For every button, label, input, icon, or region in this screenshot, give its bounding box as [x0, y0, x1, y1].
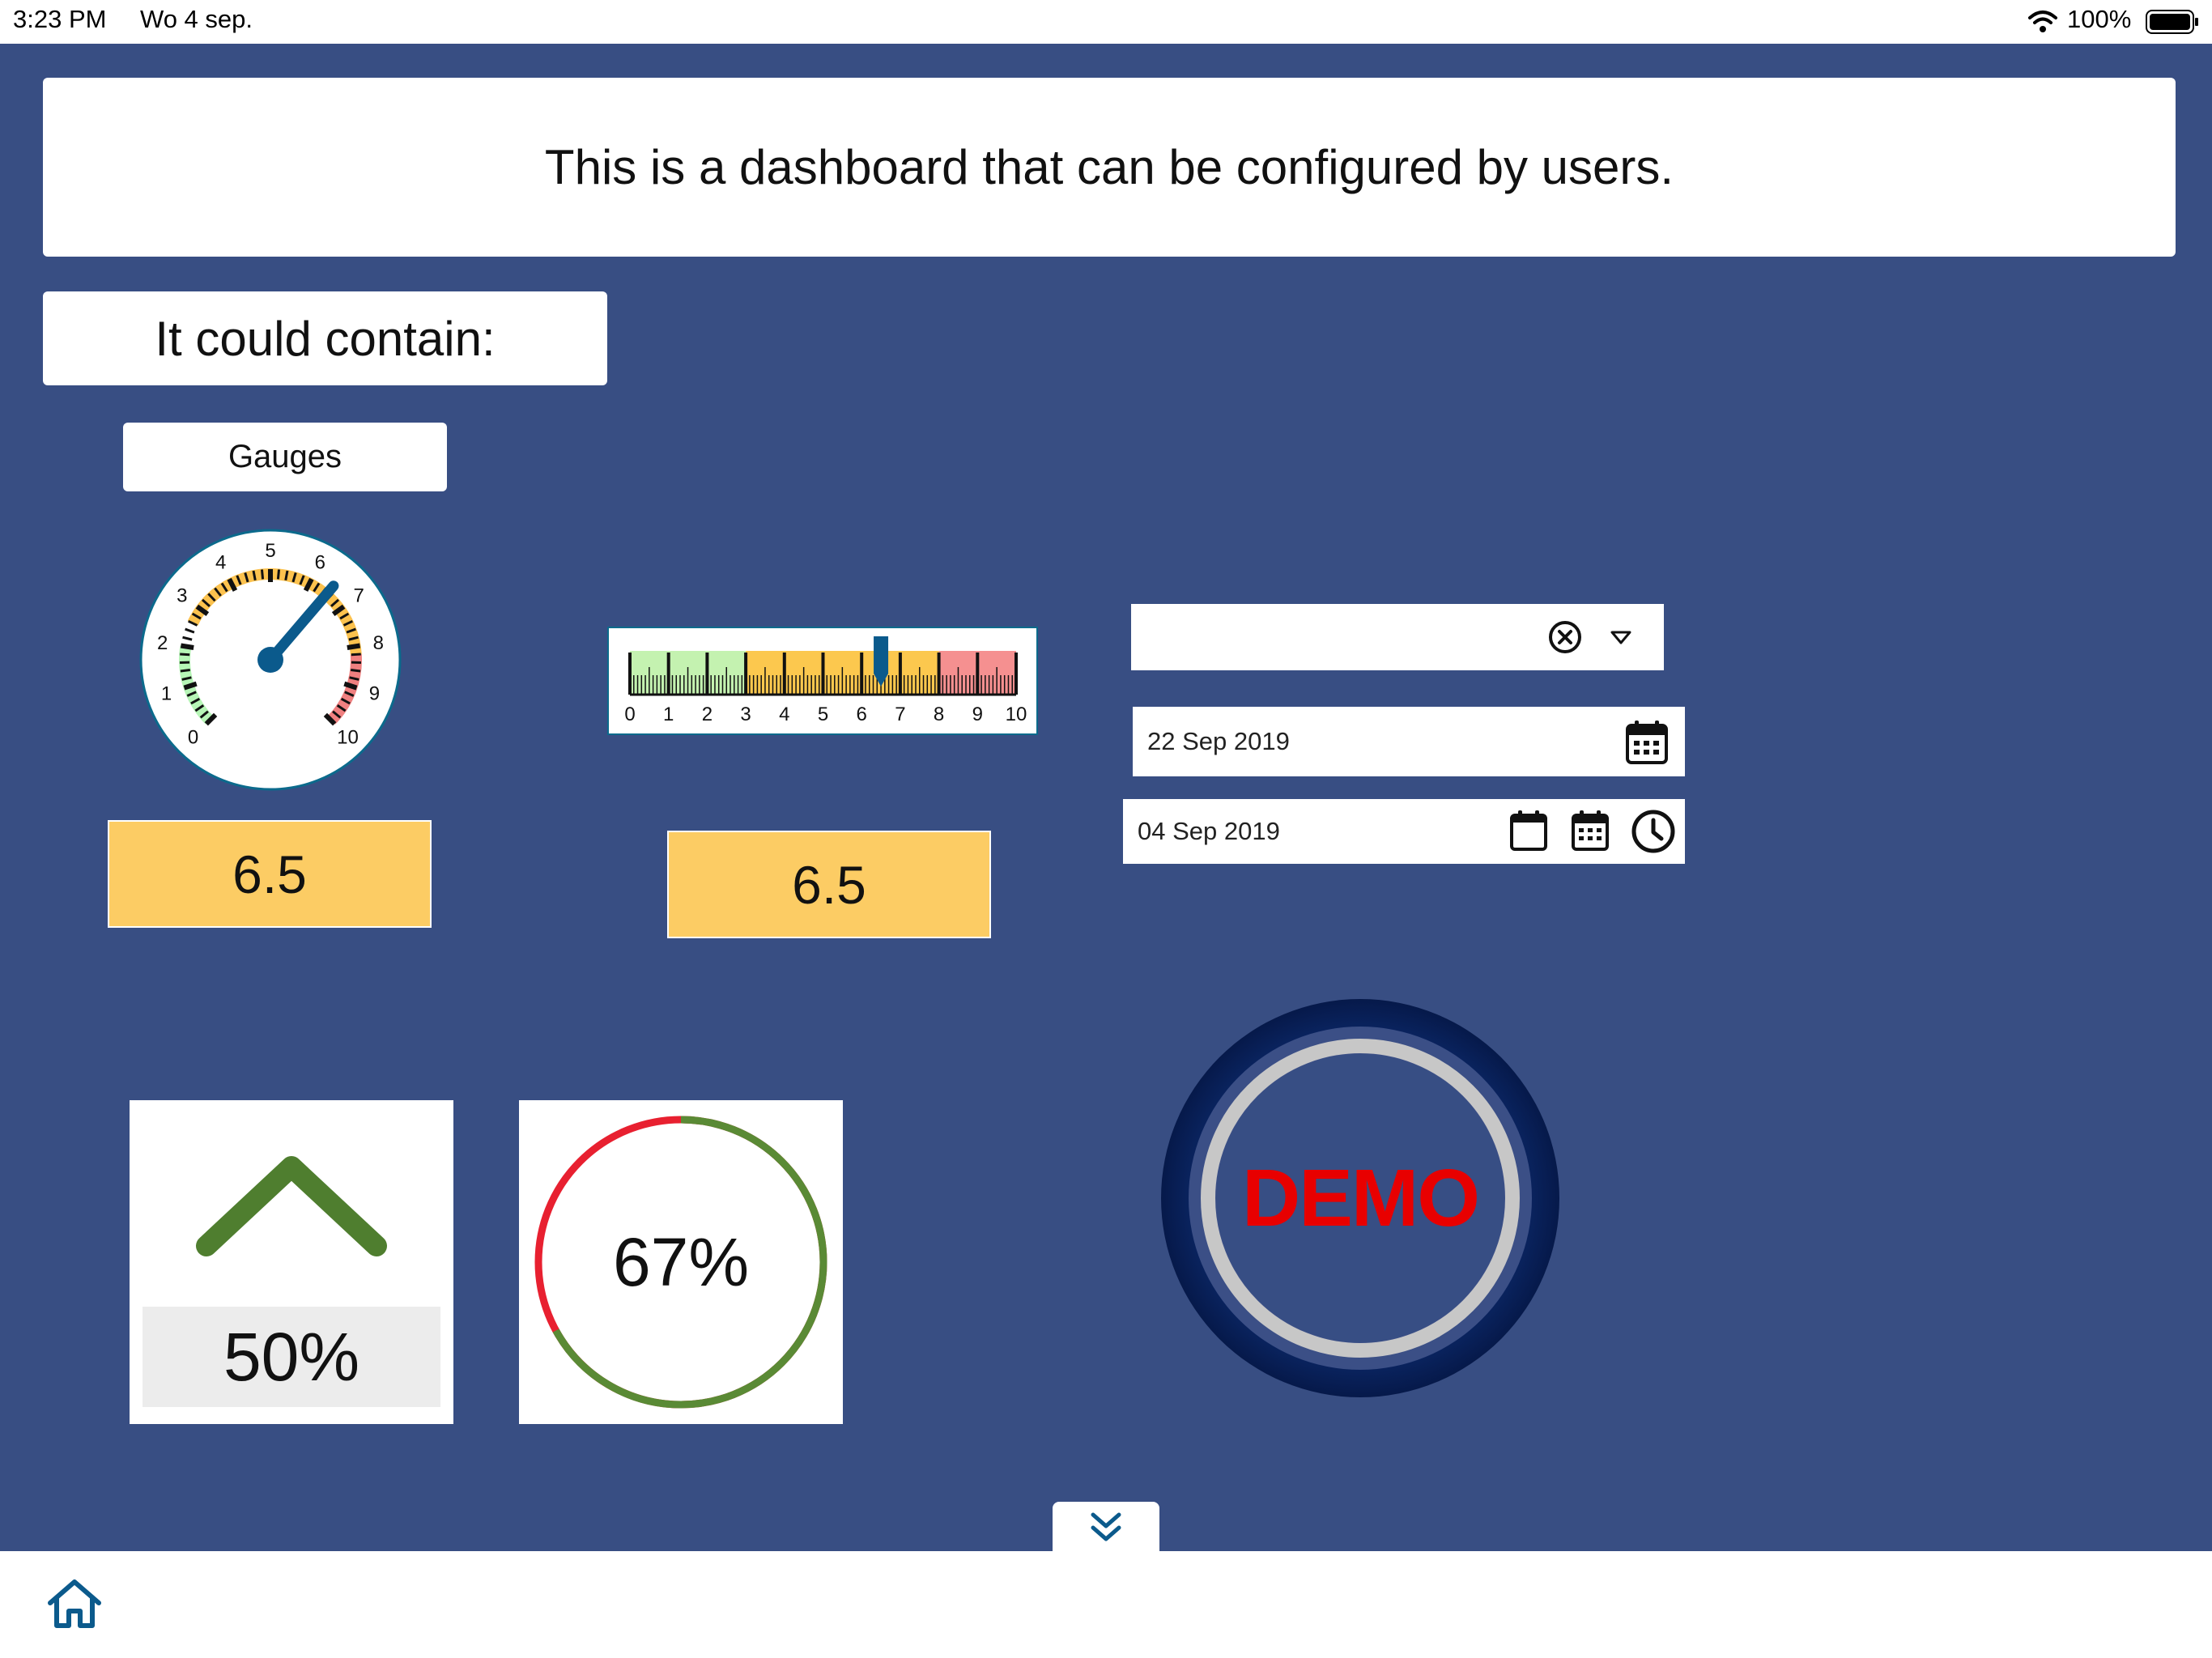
gauge-tick-label: 3 [177, 585, 187, 607]
linear-gauge-value: 6.5 [792, 854, 866, 915]
status-time: 3:23 PM [13, 5, 107, 33]
gauge-tick-label: 10 [337, 726, 359, 748]
datetime-value: 04 Sep 2019 [1138, 817, 1280, 845]
date-field[interactable]: 22 Sep 2019 [1133, 707, 1685, 776]
trend-value: 50% [223, 1318, 360, 1395]
demo-button[interactable]: DEMO [1159, 997, 1561, 1399]
trend-tile: 50% [130, 1100, 453, 1424]
battery-icon [2146, 10, 2198, 34]
bottom-bar [0, 1551, 2212, 1658]
gauge-tick-label: 0 [188, 726, 198, 748]
demo-label: DEMO [1242, 1152, 1480, 1244]
scroll-down-tab[interactable] [1053, 1502, 1159, 1551]
linear-tick-label: 3 [740, 704, 751, 725]
trend-value-box: 50% [143, 1307, 440, 1407]
gauge-tick [276, 569, 281, 580]
gauge-tick-label: 9 [369, 683, 380, 705]
datetime-field[interactable]: 04 Sep 2019 [1123, 799, 1685, 864]
ring-value: 67% [612, 1223, 750, 1300]
intro-text: It could contain: [155, 311, 496, 366]
status-date: Wo 4 sep. [140, 5, 253, 33]
calendar-icon[interactable] [1571, 809, 1610, 852]
chevron-up-icon [196, 1156, 387, 1256]
radial-gauge-value-box: 6.5 [108, 820, 432, 928]
calendar-icon[interactable] [1624, 719, 1670, 766]
linear-tick-label: 6 [857, 704, 867, 725]
intro-card: It could contain: [43, 291, 607, 385]
gauge-tick-label: 6 [315, 552, 325, 574]
clear-circle-icon[interactable] [1548, 620, 1582, 654]
wifi-icon [2028, 11, 2057, 32]
gauge-tick-label: 1 [161, 683, 172, 705]
header-text: This is a dashboard that can be configur… [544, 140, 1674, 194]
gauge-tick [180, 669, 190, 673]
gauge-tick-label: 2 [157, 632, 168, 654]
clock-icon[interactable] [1631, 809, 1676, 854]
status-bar: 3:23 PM Wo 4 sep. 100% [0, 0, 2212, 44]
linear-tick-label: 4 [779, 704, 789, 725]
gauge-tick-label: 7 [354, 585, 364, 607]
gauge-tick [351, 669, 361, 673]
linear-tick-label: 10 [1006, 704, 1027, 725]
linear-tick-label: 7 [895, 704, 905, 725]
linear-tick-label: 5 [818, 704, 828, 725]
dropdown-field[interactable] [1131, 604, 1664, 670]
radial-gauge[interactable]: 01 2 3 4 5 6 7 8 9 10 [135, 525, 406, 795]
gauge-tick [351, 653, 361, 657]
linear-tick-label: 1 [663, 704, 674, 725]
calendar-blank-icon[interactable] [1509, 809, 1548, 852]
linear-gauge-value-box: 6.5 [667, 831, 991, 938]
linear-tick-label: 2 [702, 704, 713, 725]
gauge-tick [180, 653, 190, 657]
linear-tick-label: 9 [972, 704, 983, 725]
gauge-tick-label: 4 [215, 552, 226, 574]
linear-gauge[interactable]: 0 1 2 3 4 5 6 7 8 9 10 [607, 627, 1038, 735]
header-card: This is a dashboard that can be configur… [43, 78, 2176, 257]
gauge-tick [347, 643, 361, 650]
chevron-down-icon[interactable] [1609, 628, 1633, 646]
gauge-hub [257, 647, 283, 673]
gauge-tick-label: 5 [265, 540, 275, 562]
gauge-tick-label: 8 [373, 632, 384, 654]
radial-gauge-value: 6.5 [232, 844, 307, 904]
linear-tick-label: 0 [624, 704, 635, 725]
gauges-label-card: Gauges [123, 423, 447, 491]
dashboard-area: This is a dashboard that can be configur… [0, 44, 2212, 1551]
gauge-tick [180, 643, 194, 650]
battery-percent: 100% [2067, 5, 2132, 33]
home-icon[interactable] [45, 1577, 104, 1630]
date-value: 22 Sep 2019 [1147, 727, 1290, 755]
gauges-label: Gauges [228, 439, 342, 474]
ring-progress-tile: 67% [519, 1100, 843, 1424]
linear-tick-label: 8 [934, 704, 944, 725]
double-chevron-down-icon [1091, 1512, 1121, 1541]
